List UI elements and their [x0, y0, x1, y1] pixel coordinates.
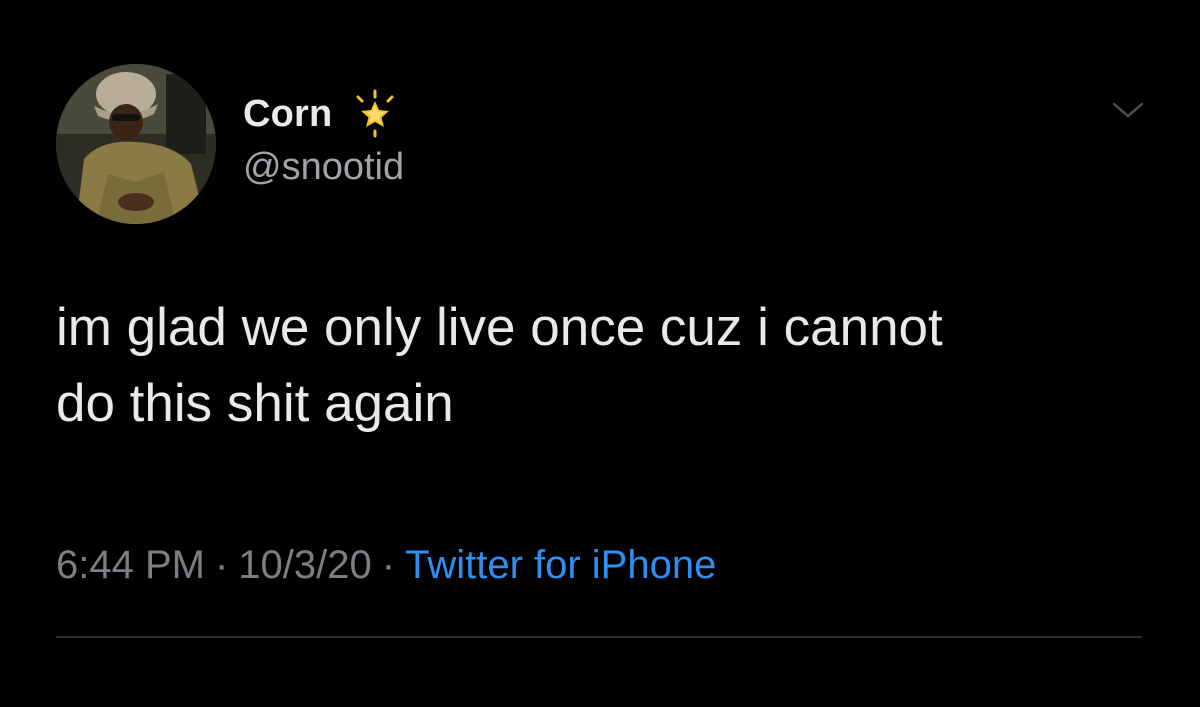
display-name-row: Corn [243, 89, 404, 139]
tweet-meta: 6:44 PM · 10/3/20 · Twitter for iPhone [56, 543, 716, 588]
user-handle[interactable]: @snootid [243, 146, 404, 189]
tweet-source-link[interactable]: Twitter for iPhone [405, 543, 716, 587]
tweet-text: im glad we only live once cuz i cannot d… [56, 290, 1146, 442]
chevron-down-icon[interactable] [1110, 98, 1146, 122]
tweet-date[interactable]: 10/3/20 [238, 543, 371, 587]
tweet-text-line-1: im glad we only live once cuz i cannot [56, 298, 943, 357]
glowing-star-icon [350, 89, 400, 139]
meta-separator: · [214, 543, 229, 587]
tweet-text-line-2: do this shit again [56, 374, 454, 433]
display-name[interactable]: Corn [243, 93, 332, 136]
avatar[interactable] [56, 64, 216, 224]
tweet-time[interactable]: 6:44 PM [56, 543, 205, 587]
tweet-card: Corn @snootid im glad we only live once … [0, 0, 1200, 707]
profile-photo [56, 64, 216, 224]
meta-separator: · [381, 543, 396, 587]
divider [56, 636, 1142, 638]
tweet-header: Corn @snootid [243, 89, 404, 189]
